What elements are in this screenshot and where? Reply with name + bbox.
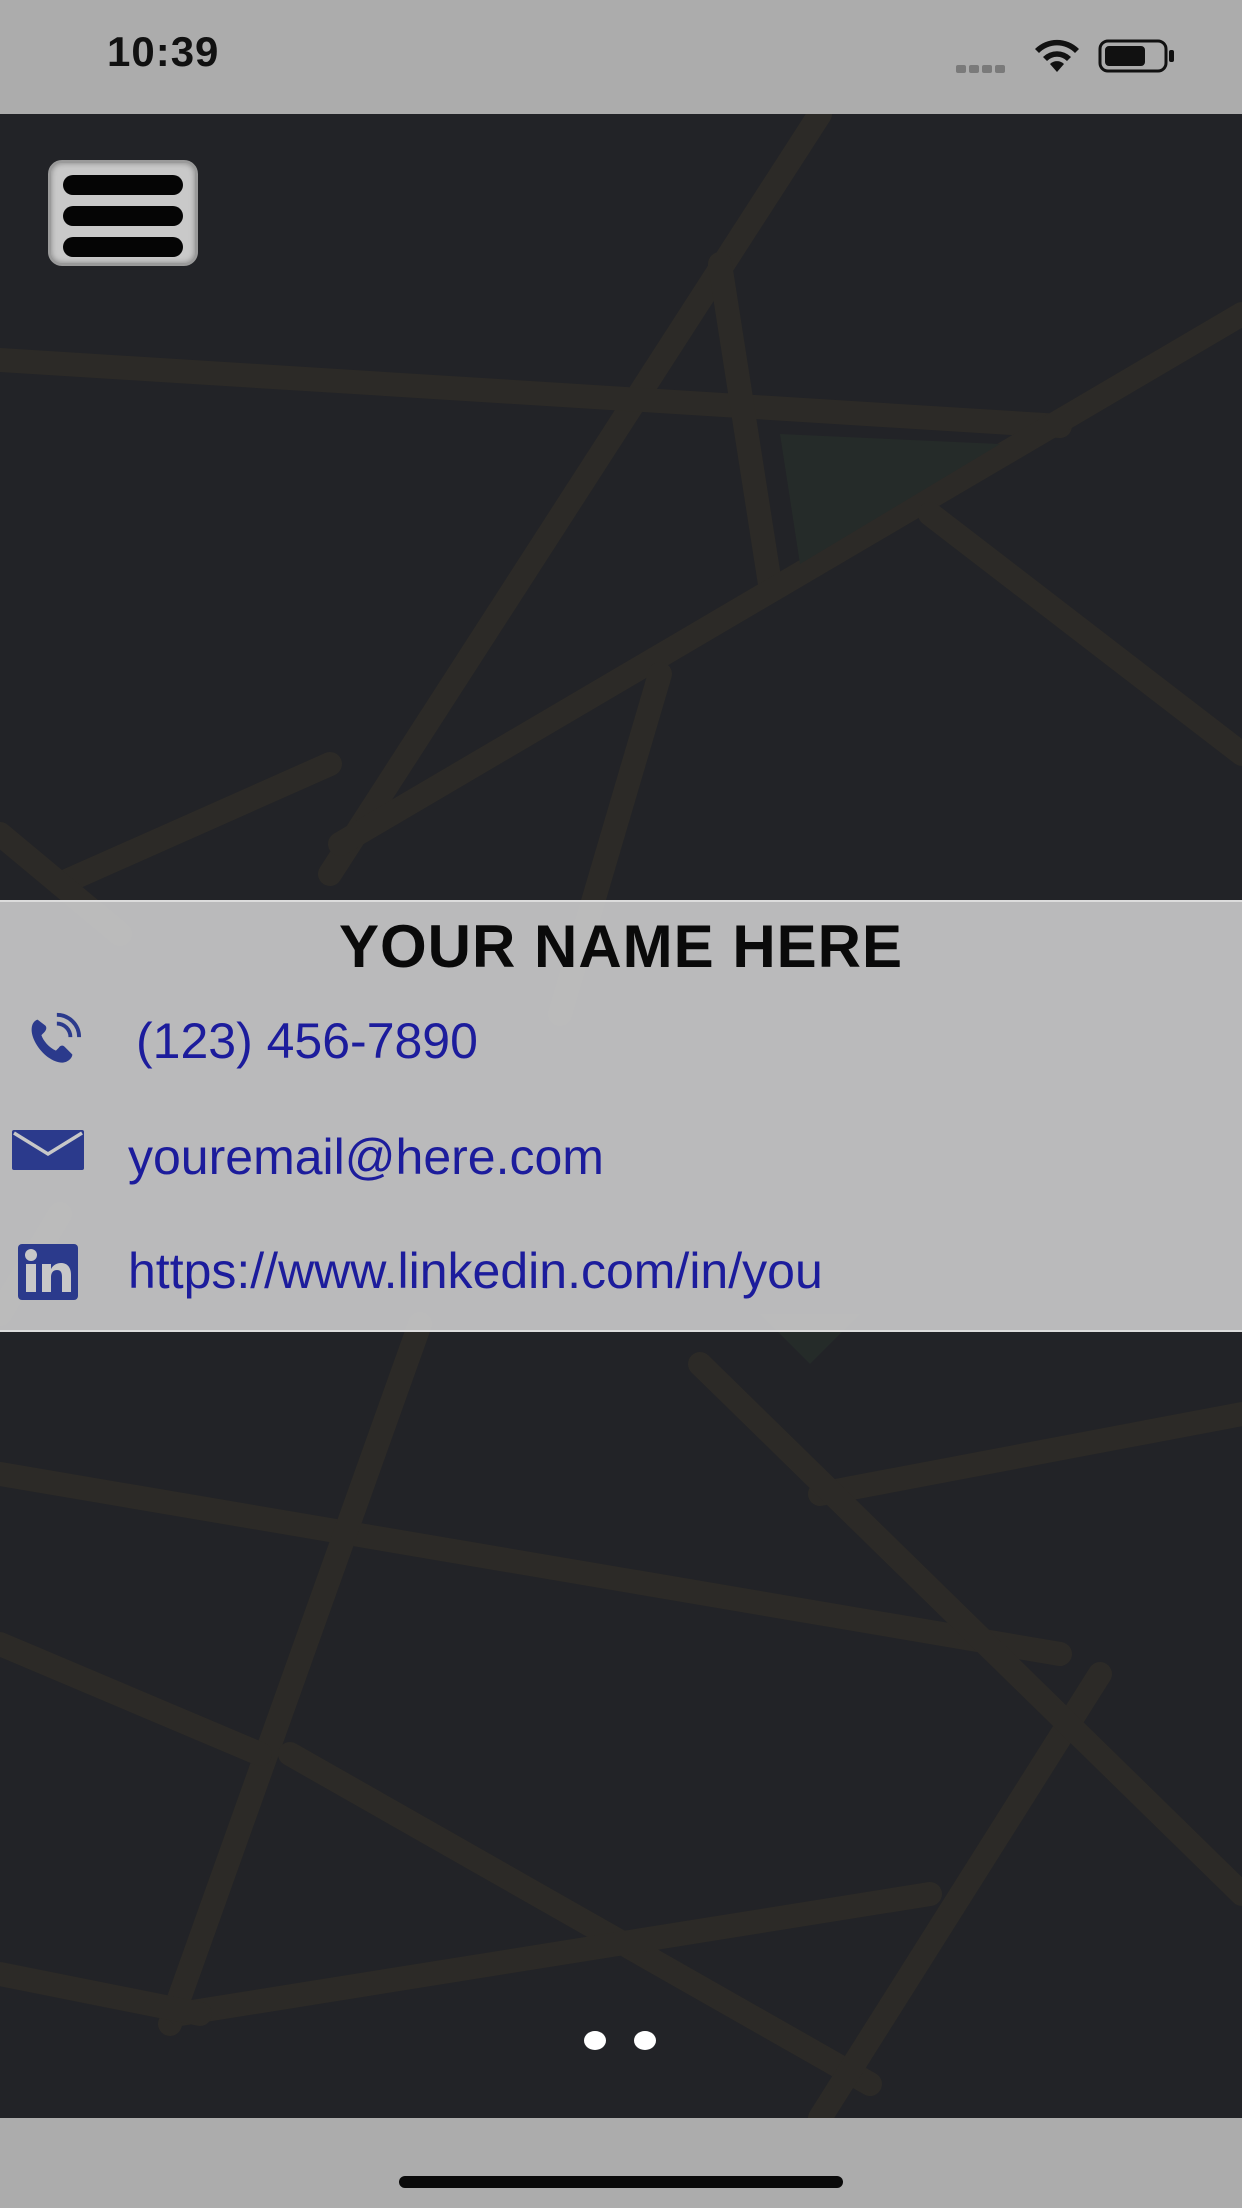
linkedin-icon [18, 1244, 78, 1300]
wifi-icon [1035, 39, 1079, 72]
email-link[interactable]: youremail@here.com [128, 1128, 604, 1186]
page-dot-2[interactable] [634, 2031, 656, 2050]
battery-icon [1098, 39, 1174, 73]
menu-button[interactable] [48, 160, 198, 266]
page-dot-1[interactable] [584, 2031, 606, 2050]
contact-card: YOUR NAME HERE (123) 456-7890 youremail@… [0, 900, 1242, 1332]
phone-icon [31, 1012, 82, 1063]
envelope-icon [12, 1130, 84, 1170]
contact-name: YOUR NAME HERE [338, 913, 904, 980]
hamburger-menu-icon [63, 175, 183, 195]
phone-number-link[interactable]: (123) 456-7890 [136, 1012, 478, 1070]
page-indicator[interactable] [584, 2031, 664, 2053]
linkedin-row[interactable]: https://www.linkedin.com/in/you [0, 1236, 1242, 1326]
home-indicator[interactable] [399, 2176, 843, 2188]
status-bar: 10:39 [0, 0, 1242, 114]
email-row[interactable]: youremail@here.com [0, 1120, 1242, 1210]
phone-row[interactable]: (123) 456-7890 [0, 1002, 1242, 1092]
status-time: 10:39 [107, 28, 220, 75]
bottom-bar [0, 2118, 1242, 2208]
linkedin-link[interactable]: https://www.linkedin.com/in/you [128, 1242, 823, 1300]
cellular-signal-icon [956, 60, 1016, 73]
